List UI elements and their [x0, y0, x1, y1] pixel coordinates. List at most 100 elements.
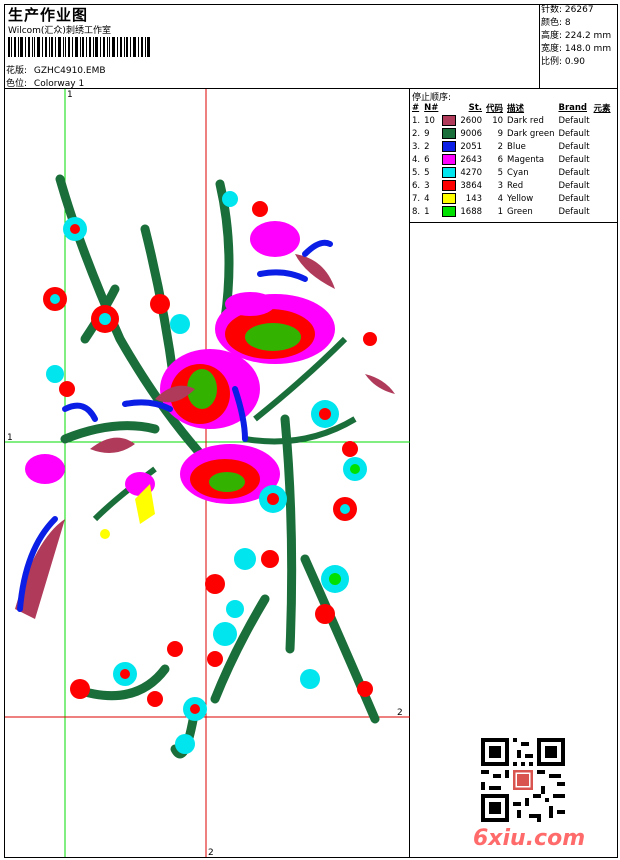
row-element [592, 179, 613, 192]
axis-marker-top: 1 [67, 90, 73, 100]
row-brand: Default [558, 180, 590, 191]
color-sequence-table: # N# St. 代码 描述 Brand 元素 1. 10 2600 10 Dark r… [410, 101, 613, 218]
axis-marker-left: 1 [7, 433, 13, 443]
row-num: 3. [412, 141, 421, 152]
table-row: 4. 6 2643 6 Magenta Default [410, 153, 613, 166]
stat-scale: 比例: 0.90 [541, 57, 585, 67]
stats-panel: 针数: 26267 颜色: 8 高度: 224.2 mm 宽度: 148.0 m… [541, 4, 611, 69]
row-element [592, 205, 613, 218]
axis-marker-right: 2 [397, 708, 403, 718]
row-desc: Blue [507, 141, 526, 152]
row-stitches: 4270 [460, 167, 483, 178]
row-swatch [440, 153, 458, 166]
row-swatch [440, 179, 458, 192]
table-row: 1. 10 2600 10 Dark red Default [410, 114, 613, 127]
stat-width: 宽度: 148.0 mm [541, 44, 612, 54]
row-brand: Default [558, 154, 590, 165]
row-element [592, 140, 613, 153]
col-brand: Brand [558, 102, 588, 113]
row-code: 4 [497, 193, 504, 204]
row-num: 5. [412, 167, 421, 178]
stat-stitches: 针数: 26267 [541, 5, 594, 15]
color-swatch [442, 193, 457, 204]
row-stitches: 2600 [460, 115, 483, 126]
row-stitches: 1688 [460, 206, 483, 217]
row-needle: 10 [424, 115, 435, 126]
color-swatch [442, 206, 457, 217]
stats-divider [539, 4, 540, 88]
row-element [592, 192, 613, 205]
color-swatch [442, 154, 457, 165]
row-desc: Dark red [507, 115, 544, 126]
row-desc: Yellow [507, 193, 534, 204]
row-code: 1 [497, 206, 504, 217]
row-brand: Default [558, 128, 590, 139]
row-stitches: 2643 [460, 154, 483, 165]
col-needle: N# [424, 102, 439, 113]
row-stitches: 3864 [460, 180, 483, 191]
axis-marker-bottom: 2 [208, 848, 214, 857]
stat-height: 高度: 224.2 mm [541, 31, 612, 41]
file-name: 花版: GZHC4910.EMB [6, 63, 106, 76]
row-needle: 5 [424, 167, 430, 178]
table-row: 6. 3 3864 3 Red Default [410, 179, 613, 192]
row-brand: Default [558, 193, 590, 204]
col-code: 代码 [486, 103, 504, 114]
table-row: 3. 2 2051 2 Blue Default [410, 140, 613, 153]
row-num: 1. [412, 115, 421, 126]
page-title: 生产作业图 [8, 6, 89, 24]
file-value: GZHC4910.EMB [33, 66, 106, 76]
colorway-label: 色位: [6, 79, 28, 89]
row-needle: 1 [424, 206, 430, 217]
table-row: 7. 4 143 4 Yellow Default [410, 192, 613, 205]
color-swatch [442, 167, 457, 178]
row-code: 3 [497, 180, 504, 191]
row-code: 10 [492, 115, 504, 126]
row-element [592, 166, 613, 179]
row-brand: Default [558, 115, 590, 126]
color-swatch [442, 180, 457, 191]
col-num: # [412, 102, 420, 113]
row-num: 6. [412, 180, 421, 191]
col-desc: 描述 [507, 103, 525, 114]
row-brand: Default [558, 167, 590, 178]
row-stitches: 143 [465, 193, 483, 204]
row-swatch [440, 127, 458, 140]
row-desc: Cyan [507, 167, 529, 178]
watermark: 6xiu.com [473, 826, 586, 851]
color-swatch [442, 141, 457, 152]
table-divider [409, 222, 618, 223]
row-element [592, 127, 613, 140]
row-code: 2 [497, 141, 504, 152]
row-desc: Red [507, 180, 524, 191]
qr-code [481, 738, 565, 822]
row-brand: Default [558, 141, 590, 152]
row-num: 8. [412, 206, 421, 217]
table-row: 5. 5 4270 5 Cyan Default [410, 166, 613, 179]
row-needle: 4 [424, 193, 430, 204]
row-num: 2. [412, 128, 421, 139]
embroidery-preview: 1 1 2 2 [5, 89, 410, 857]
row-needle: 2 [424, 141, 430, 152]
table-row: 8. 1 1688 1 Green Default [410, 205, 613, 218]
row-desc: Green [507, 206, 533, 217]
row-swatch [440, 114, 458, 127]
row-desc: Magenta [507, 154, 545, 165]
table-header-row: # N# St. 代码 描述 Brand 元素 [410, 101, 613, 114]
row-stitches: 2051 [460, 141, 483, 152]
row-element [592, 153, 613, 166]
stat-colors: 颜色: 8 [541, 18, 571, 28]
table-row: 2. 9 9006 9 Dark green Default [410, 127, 613, 140]
colorway-value: Colorway 1 [33, 79, 85, 89]
row-num: 4. [412, 154, 421, 165]
row-num: 7. [412, 193, 421, 204]
company-name: Wilcom(汇众)刺绣工作室 [8, 26, 111, 36]
row-brand: Default [558, 206, 590, 217]
row-code: 6 [497, 154, 504, 165]
file-label: 花版: [6, 66, 28, 76]
color-swatch [442, 115, 457, 126]
row-desc: Dark green [507, 128, 555, 139]
row-code: 9 [497, 128, 504, 139]
row-swatch [440, 192, 458, 205]
row-needle: 3 [424, 180, 430, 191]
